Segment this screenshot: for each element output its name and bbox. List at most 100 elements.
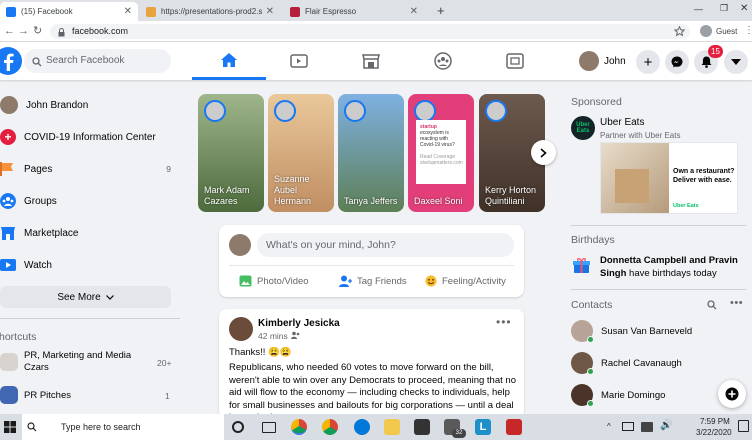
sidebar-item-groups[interactable]: Groups (0, 187, 185, 215)
menu-dots-icon[interactable]: ⋮ (744, 25, 752, 36)
task-view-icon[interactable] (262, 422, 276, 433)
sidebar-count: 9 (166, 164, 171, 174)
new-message-button[interactable] (718, 380, 746, 408)
facebook-logo-icon[interactable] (0, 47, 22, 75)
see-more-button[interactable]: See More (0, 286, 171, 308)
volume-icon[interactable]: 🔊 (660, 420, 672, 431)
forward-arrow-icon[interactable]: → (18, 25, 29, 37)
shortcut-item[interactable]: PR, Marketing and Media Czars 20+ (0, 350, 185, 378)
messenger-button[interactable] (665, 50, 689, 74)
profile-shortcut[interactable]: John (579, 51, 626, 71)
url-field[interactable]: facebook.com (50, 24, 690, 39)
store-icon[interactable] (414, 419, 430, 435)
file-explorer-icon[interactable] (384, 419, 400, 435)
close-icon[interactable]: ✕ (124, 6, 132, 17)
app-l-icon[interactable]: L (475, 419, 491, 435)
mcafee-icon[interactable] (506, 419, 522, 435)
group-thumbnail (0, 386, 18, 404)
sidebar-item-pages[interactable]: Pages 9 (0, 155, 185, 183)
reload-icon[interactable]: ↻ (33, 24, 42, 37)
browser-tab-bar: (15) Facebook ✕ https://presentations-pr… (0, 0, 752, 21)
battery-icon[interactable] (622, 422, 634, 431)
composer-divider (229, 265, 514, 266)
cortana-icon[interactable] (232, 421, 244, 433)
close-icon[interactable]: ✕ (266, 6, 274, 17)
story-text-card: startup ecosystem is reacting with Covid… (416, 120, 466, 184)
close-icon[interactable]: ✕ (410, 6, 418, 17)
taskbar-search-input[interactable]: Type here to search (22, 414, 224, 440)
taskbar-time[interactable]: 7:59 PM (700, 417, 730, 426)
post-composer: What's on your mind, John? Photo/Video T… (219, 225, 524, 297)
account-menu-button[interactable] (724, 50, 748, 74)
shortcut-item[interactable]: PR Pitches 1 (0, 386, 185, 406)
minimize-icon[interactable]: — (694, 4, 703, 14)
story-card[interactable]: Suzanne Aubel Hermann (268, 94, 334, 212)
see-more-label: See More (57, 291, 101, 303)
messenger-icon (671, 56, 683, 68)
contact-item[interactable]: Rachel Cavanaugh (571, 351, 682, 375)
post-options-icon[interactable]: ••• (496, 315, 512, 329)
home-icon (221, 52, 237, 67)
sidebar-divider (0, 318, 180, 319)
story-card[interactable]: Mark Adam Cazares (198, 94, 264, 212)
chevron-down-icon (105, 294, 114, 300)
nav-gaming[interactable] (478, 42, 552, 80)
avatar[interactable] (229, 317, 253, 341)
sidebar-item-label: Marketplace (24, 227, 79, 239)
groups-icon (0, 193, 16, 209)
profile-icon[interactable] (700, 25, 712, 37)
nav-home[interactable] (192, 42, 266, 80)
sidebar-item-covid[interactable]: + COVID-19 Information Center (0, 123, 185, 151)
compose-icon (725, 387, 739, 401)
smiley-icon (425, 275, 437, 287)
nav-watch[interactable] (262, 42, 336, 80)
contact-item[interactable]: Marie Domingo (571, 383, 665, 407)
chrome-icon[interactable] (291, 419, 307, 435)
uber-eats-logo[interactable]: Uber Eats (571, 116, 595, 140)
chevron-up-icon[interactable]: ^ (607, 422, 611, 431)
sidebar-item-label: COVID-19 Information Center (24, 131, 156, 143)
contact-item[interactable]: Susan Van Barneveld (571, 319, 692, 343)
close-window-icon[interactable]: ✕ (740, 3, 748, 14)
story-card[interactable]: Tanya Jeffers (338, 94, 404, 212)
tab-facebook[interactable]: (15) Facebook ✕ (0, 2, 138, 21)
photo-video-button[interactable]: Photo/Video (239, 271, 309, 291)
network-icon[interactable] (641, 422, 653, 432)
sidebar-item-marketplace[interactable]: Marketplace (0, 219, 185, 247)
feeling-activity-button[interactable]: Feeling/Activity (425, 271, 506, 291)
tab-title: (15) Facebook (21, 7, 73, 16)
action-center-icon[interactable] (738, 420, 749, 432)
search-input[interactable]: Search Facebook (24, 49, 171, 73)
contacts-options-icon[interactable]: ••• (730, 297, 743, 309)
composer-input[interactable]: What's on your mind, John? (257, 233, 514, 257)
windows-start-icon[interactable] (4, 421, 16, 433)
sidebar-item-watch[interactable]: Watch (0, 251, 185, 279)
nav-groups[interactable] (406, 42, 480, 80)
star-icon[interactable] (674, 26, 685, 37)
create-button[interactable]: + (636, 50, 660, 74)
ad-subtitle: Partner with Uber Eats (600, 131, 681, 140)
avatar (0, 96, 18, 114)
maximize-icon[interactable]: ❐ (720, 3, 728, 14)
tag-friends-button[interactable]: Tag Friends (339, 271, 407, 291)
post-author[interactable]: Kimberly Jesicka (258, 318, 340, 329)
chrome-icon[interactable] (322, 419, 338, 435)
ad-name[interactable]: Uber Eats (600, 117, 644, 128)
taskbar-date[interactable]: 3/22/2020 (696, 428, 732, 437)
edge-icon[interactable] (354, 419, 370, 435)
tag-friends-icon (339, 275, 352, 287)
nav-marketplace[interactable] (334, 42, 408, 80)
tab-flair-espresso[interactable]: Flair Espresso ✕ (284, 2, 424, 21)
avatar (229, 234, 251, 256)
back-arrow-icon[interactable]: ← (4, 25, 15, 37)
sidebar-item-profile[interactable]: John Brandon (0, 91, 185, 119)
story-name: Mark Adam Cazares (204, 185, 250, 206)
new-tab-button[interactable]: + (437, 3, 445, 18)
avatar (414, 100, 436, 122)
tab-presentations[interactable]: https://presentations-prod2.spri ✕ (140, 2, 280, 21)
ad-image[interactable]: Own a restaurant? Deliver with ease. Ube… (600, 142, 738, 214)
story-card[interactable]: startup ecosystem is reacting with Covid… (408, 94, 474, 212)
stories-next-button[interactable] (531, 140, 556, 165)
post-time[interactable]: 42 mins (258, 331, 288, 341)
search-icon[interactable] (707, 300, 717, 310)
